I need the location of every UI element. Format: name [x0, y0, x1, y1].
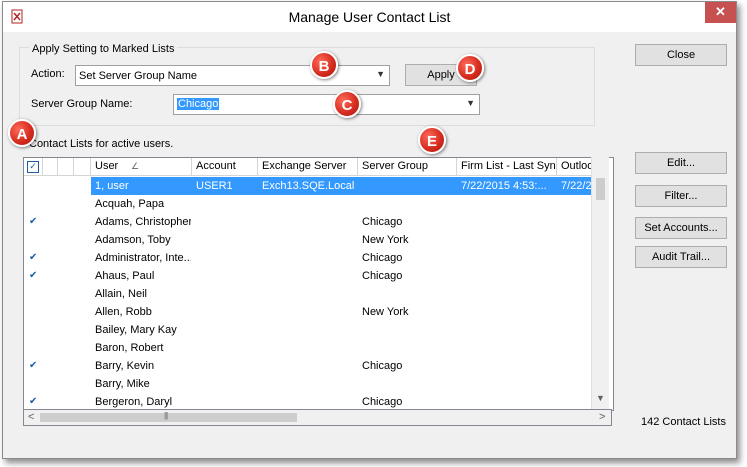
scroll-right-icon[interactable]: > [599, 411, 605, 423]
table-row[interactable]: Allain, Neil [24, 285, 594, 303]
window-title: Manage User Contact List [288, 9, 451, 25]
table-row[interactable]: Acquah, Papa [24, 195, 594, 213]
audit-trail-button[interactable]: Audit Trail... [635, 246, 727, 268]
server-group-name-label: Server Group Name: [31, 98, 133, 110]
cell-server-group: Chicago [362, 270, 403, 282]
header-exchange-server[interactable]: Exchange Server [258, 158, 358, 176]
table-row[interactable]: Baron, Robert [24, 339, 594, 357]
chevron-down-icon: ▼ [466, 98, 475, 108]
cell-user: Baron, Robert [95, 342, 164, 354]
table-row[interactable]: 1, user USER1 Exch13.SQE.Local 7/22/2015 4:… [91, 177, 594, 195]
callout-a: A [8, 119, 36, 147]
manage-user-contact-list-window: Manage User Contact List ✕ Apply Setting… [2, 1, 737, 459]
edit-button-label: Edit... [666, 157, 696, 169]
table-row[interactable]: Allen, Robb New York [24, 303, 594, 321]
grip-icon: ||| [164, 411, 168, 420]
cell-server-group: Chicago [362, 360, 403, 372]
edit-button[interactable]: Edit... [635, 152, 727, 174]
callout-e: E [418, 126, 446, 154]
cell-user: Adamson, Toby [95, 234, 171, 246]
title-bar: Manage User Contact List ✕ [3, 2, 736, 32]
table-row[interactable]: Bailey, Mary Kay [24, 321, 594, 339]
set-accounts-button[interactable]: Set Accounts... [635, 217, 727, 239]
vertical-scroll-thumb[interactable] [596, 178, 605, 200]
cell-user: Adams, Christopher [95, 216, 191, 228]
header-server-group[interactable]: Server Group [358, 158, 457, 176]
row-check-icon[interactable]: ✔ [29, 249, 37, 267]
row-check-icon[interactable]: ✔ [29, 213, 37, 231]
row-check-icon[interactable]: ✔ [29, 267, 37, 285]
table-row[interactable]: Barry, Mike [24, 375, 594, 393]
check-icon: ✓ [27, 161, 39, 173]
callout-c: C [333, 90, 361, 118]
set-accounts-button-label: Set Accounts... [644, 222, 718, 234]
cell-user: Ahaus, Paul [95, 270, 155, 282]
cell-user: Acquah, Papa [95, 198, 165, 210]
filter-button-label: Filter... [664, 190, 698, 202]
cell-firm-list-last-sync: 7/22/2015 4:53:... [461, 180, 547, 192]
contact-lists-caption: Contact Lists for active users. [29, 138, 174, 150]
table-row[interactable]: ✔ Ahaus, Paul Chicago [24, 267, 594, 285]
contact-lists-grid[interactable]: ✓ User ∠ Account Exchange Server Server … [23, 157, 614, 411]
header-select-all-checkbox[interactable]: ✓ [24, 158, 43, 176]
cell-server-group: Chicago [362, 216, 403, 228]
filter-button[interactable]: Filter... [635, 185, 727, 207]
close-button[interactable]: Close [635, 44, 727, 66]
action-select-value: Set Server Group Name [79, 70, 197, 82]
horizontal-scroll-thumb[interactable]: ||| [40, 411, 297, 422]
cell-server-group: New York [362, 234, 409, 246]
cell-user: Allen, Robb [95, 306, 152, 318]
table-row[interactable]: ✔ Barry, Kevin Chicago [24, 357, 594, 375]
cell-user: Administrator, Inte... [95, 252, 191, 264]
scroll-left-icon[interactable]: < [28, 411, 34, 423]
cell-user: Barry, Mike [95, 378, 150, 390]
action-select[interactable]: Set Server Group Name ▼ [75, 65, 390, 86]
table-row[interactable]: ✔ Adams, Christopher Chicago [24, 213, 594, 231]
cell-server-group: Chicago [362, 252, 403, 264]
table-row[interactable]: Adamson, Toby New York [24, 231, 594, 249]
server-group-name-value: Chicago [177, 98, 220, 110]
audit-trail-button-label: Audit Trail... [651, 251, 711, 263]
header-user-label: User [95, 160, 119, 172]
cell-exchange-server: Exch13.SQE.Local [262, 180, 355, 192]
contact-lists-count: 142 Contact Lists [641, 416, 726, 428]
vertical-scrollbar[interactable]: ▼ [591, 157, 609, 409]
header-account[interactable]: Account [192, 158, 258, 176]
action-label: Action: [31, 68, 65, 80]
cell-server-group: New York [362, 306, 409, 318]
sort-ascending-icon: ∠ [131, 161, 140, 171]
apply-settings-group-label: Apply Setting to Marked Lists [29, 43, 178, 55]
chevron-down-icon: ▼ [376, 69, 385, 79]
cell-user: Barry, Kevin [95, 360, 155, 372]
server-group-name-combo[interactable]: Chicago ▼ [173, 94, 480, 115]
header-user[interactable]: User ∠ [91, 158, 192, 176]
cell-account: USER1 [196, 180, 233, 192]
cell-user: Allain, Neil [95, 288, 147, 300]
cell-user: 1, user [95, 180, 129, 192]
header-flag-column-3[interactable] [74, 158, 91, 176]
header-flag-column-2[interactable] [58, 158, 74, 176]
callout-d: D [456, 54, 484, 82]
window-close-button[interactable]: ✕ [705, 2, 736, 23]
scroll-down-icon[interactable]: ▼ [596, 393, 605, 403]
close-button-label: Close [666, 49, 696, 61]
cell-user: Bailey, Mary Kay [95, 324, 177, 336]
callout-b: B [310, 51, 338, 79]
horizontal-scrollbar[interactable]: < ||| > [23, 409, 612, 426]
table-row[interactable]: ✔ Administrator, Inte... Chicago [24, 249, 594, 267]
header-flag-column[interactable] [43, 158, 58, 176]
row-check-icon[interactable]: ✔ [29, 357, 37, 375]
header-firm-list-last-sync[interactable]: Firm List - Last Sync [457, 158, 557, 176]
cell-outlook: 7/22/2 [561, 180, 592, 192]
